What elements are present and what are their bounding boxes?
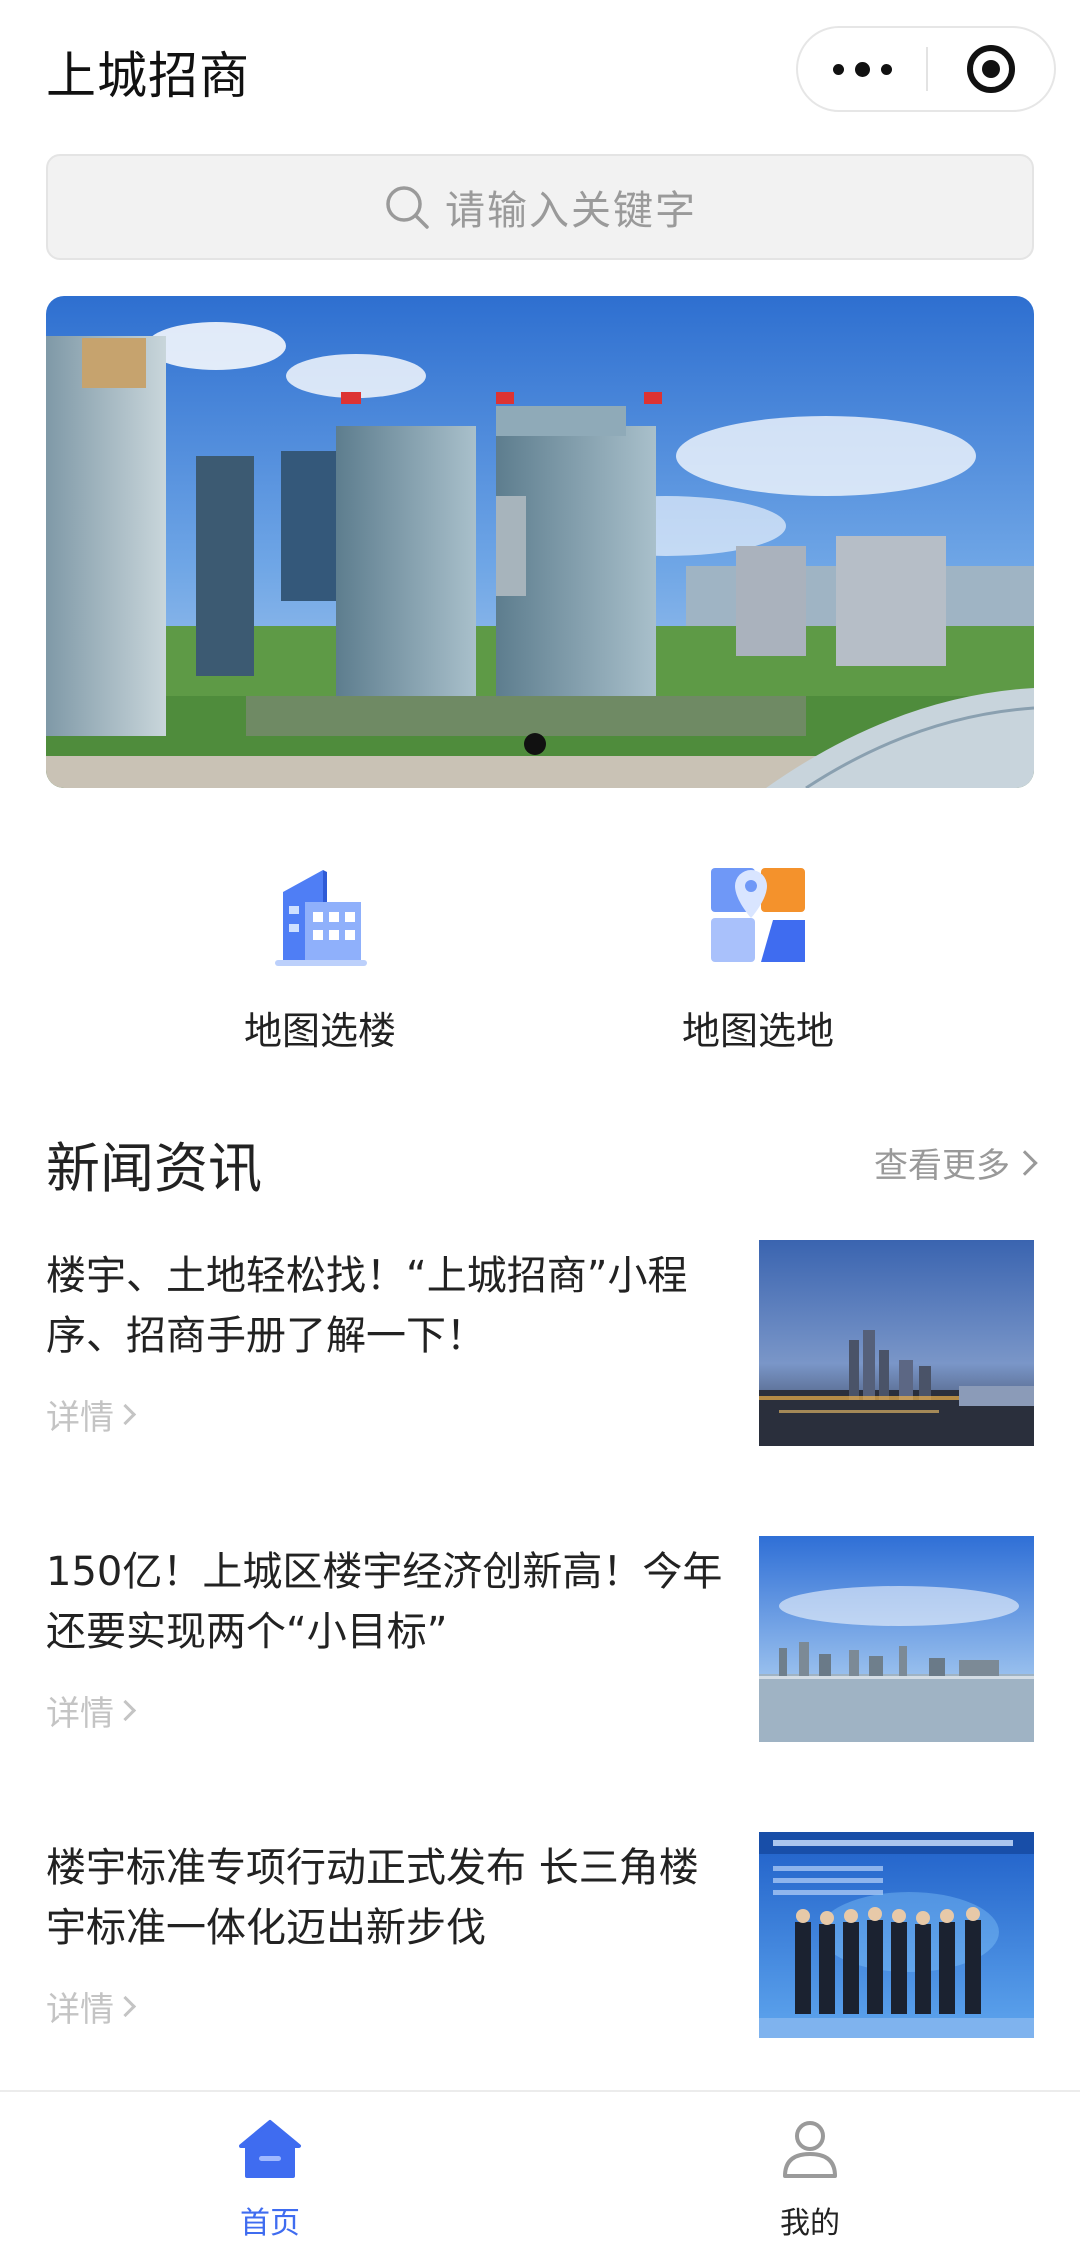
city-skyline-image: [46, 296, 1034, 788]
navigation-bar: 上城招商: [0, 0, 1080, 140]
detail-label: 详情: [46, 1694, 114, 1734]
news-thumbnail: [759, 1832, 1034, 2038]
entry-label: 地图选楼: [243, 1009, 396, 1053]
capsule-menu: [796, 26, 1056, 112]
tab-label: 我的: [780, 2206, 840, 2241]
view-more-label: 查看更多: [874, 1146, 1010, 1186]
detail-label: 详情: [46, 1990, 114, 2030]
more-dot-icon: [854, 61, 870, 77]
news-item[interactable]: 150亿！上城区楼宇经济创新高！今年还要实现两个“小目标” 详情: [46, 1536, 1034, 1746]
bottom-tab-bar: 首页 我的: [0, 2090, 1080, 2241]
entry-label: 地图选地: [681, 1009, 834, 1053]
detail-label: 详情: [46, 1398, 114, 1438]
conference-stage-image: [759, 1832, 1034, 2038]
app-title: 上城招商: [46, 47, 250, 105]
view-more-link[interactable]: 查看更多: [874, 1138, 1038, 1187]
chevron-right-icon: [114, 1403, 137, 1426]
target-close-icon: [967, 45, 1015, 93]
more-dot-icon: [880, 63, 892, 75]
news-title: 150亿！上城区楼宇经济创新高！今年还要实现两个“小目标”: [46, 1549, 723, 1655]
river-skyline-image: [759, 1536, 1034, 1742]
close-mini-program-button[interactable]: [928, 28, 1054, 110]
news-thumbnail: [759, 1240, 1034, 1446]
chevron-right-icon: [114, 1699, 137, 1722]
tab-home[interactable]: 首页: [190, 2116, 350, 2241]
banner-carousel[interactable]: [46, 296, 1034, 788]
news-detail-link[interactable]: 详情: [46, 1982, 137, 2031]
more-options-button[interactable]: [798, 28, 926, 110]
news-title: 楼宇、土地轻松找！“上城招商”小程序、招商手册了解一下！: [46, 1253, 688, 1359]
map-select-land-entry[interactable]: 地图选地: [608, 862, 908, 1055]
news-item[interactable]: 楼宇标准专项行动正式发布 长三角楼宇标准一体化迈出新步伐 详情: [46, 1832, 1034, 2042]
news-title: 楼宇标准专项行动正式发布 长三角楼宇标准一体化迈出新步伐: [46, 1845, 699, 1951]
tab-mine[interactable]: 我的: [730, 2116, 890, 2241]
building-icon: [275, 870, 367, 966]
news-detail-link[interactable]: 详情: [46, 1686, 137, 1735]
search-icon: [386, 186, 429, 229]
night-city-image: [759, 1240, 1034, 1446]
home-icon: [239, 2120, 301, 2178]
news-thumbnail: [759, 1536, 1034, 1742]
mini-program-home: 上城招商 请输入关键字 地图选楼 地图选地 新闻资讯 查看更多 楼宇、土地轻松找…: [0, 0, 1080, 2241]
map-location-icon: [711, 868, 805, 962]
map-select-building-entry[interactable]: 地图选楼: [170, 862, 470, 1055]
search-input[interactable]: 请输入关键字: [46, 154, 1034, 260]
carousel-indicator-dot[interactable]: [524, 733, 546, 755]
user-icon: [783, 2121, 837, 2178]
news-section-title: 新闻资讯: [46, 1137, 262, 1200]
tab-label: 首页: [240, 2206, 300, 2241]
chevron-right-icon: [114, 1995, 137, 2018]
search-placeholder: 请输入关键字: [445, 188, 697, 234]
news-item[interactable]: 楼宇、土地轻松找！“上城招商”小程序、招商手册了解一下！ 详情: [46, 1240, 1034, 1450]
more-dot-icon: [832, 63, 844, 75]
news-detail-link[interactable]: 详情: [46, 1390, 137, 1439]
chevron-right-icon: [1012, 1149, 1038, 1176]
